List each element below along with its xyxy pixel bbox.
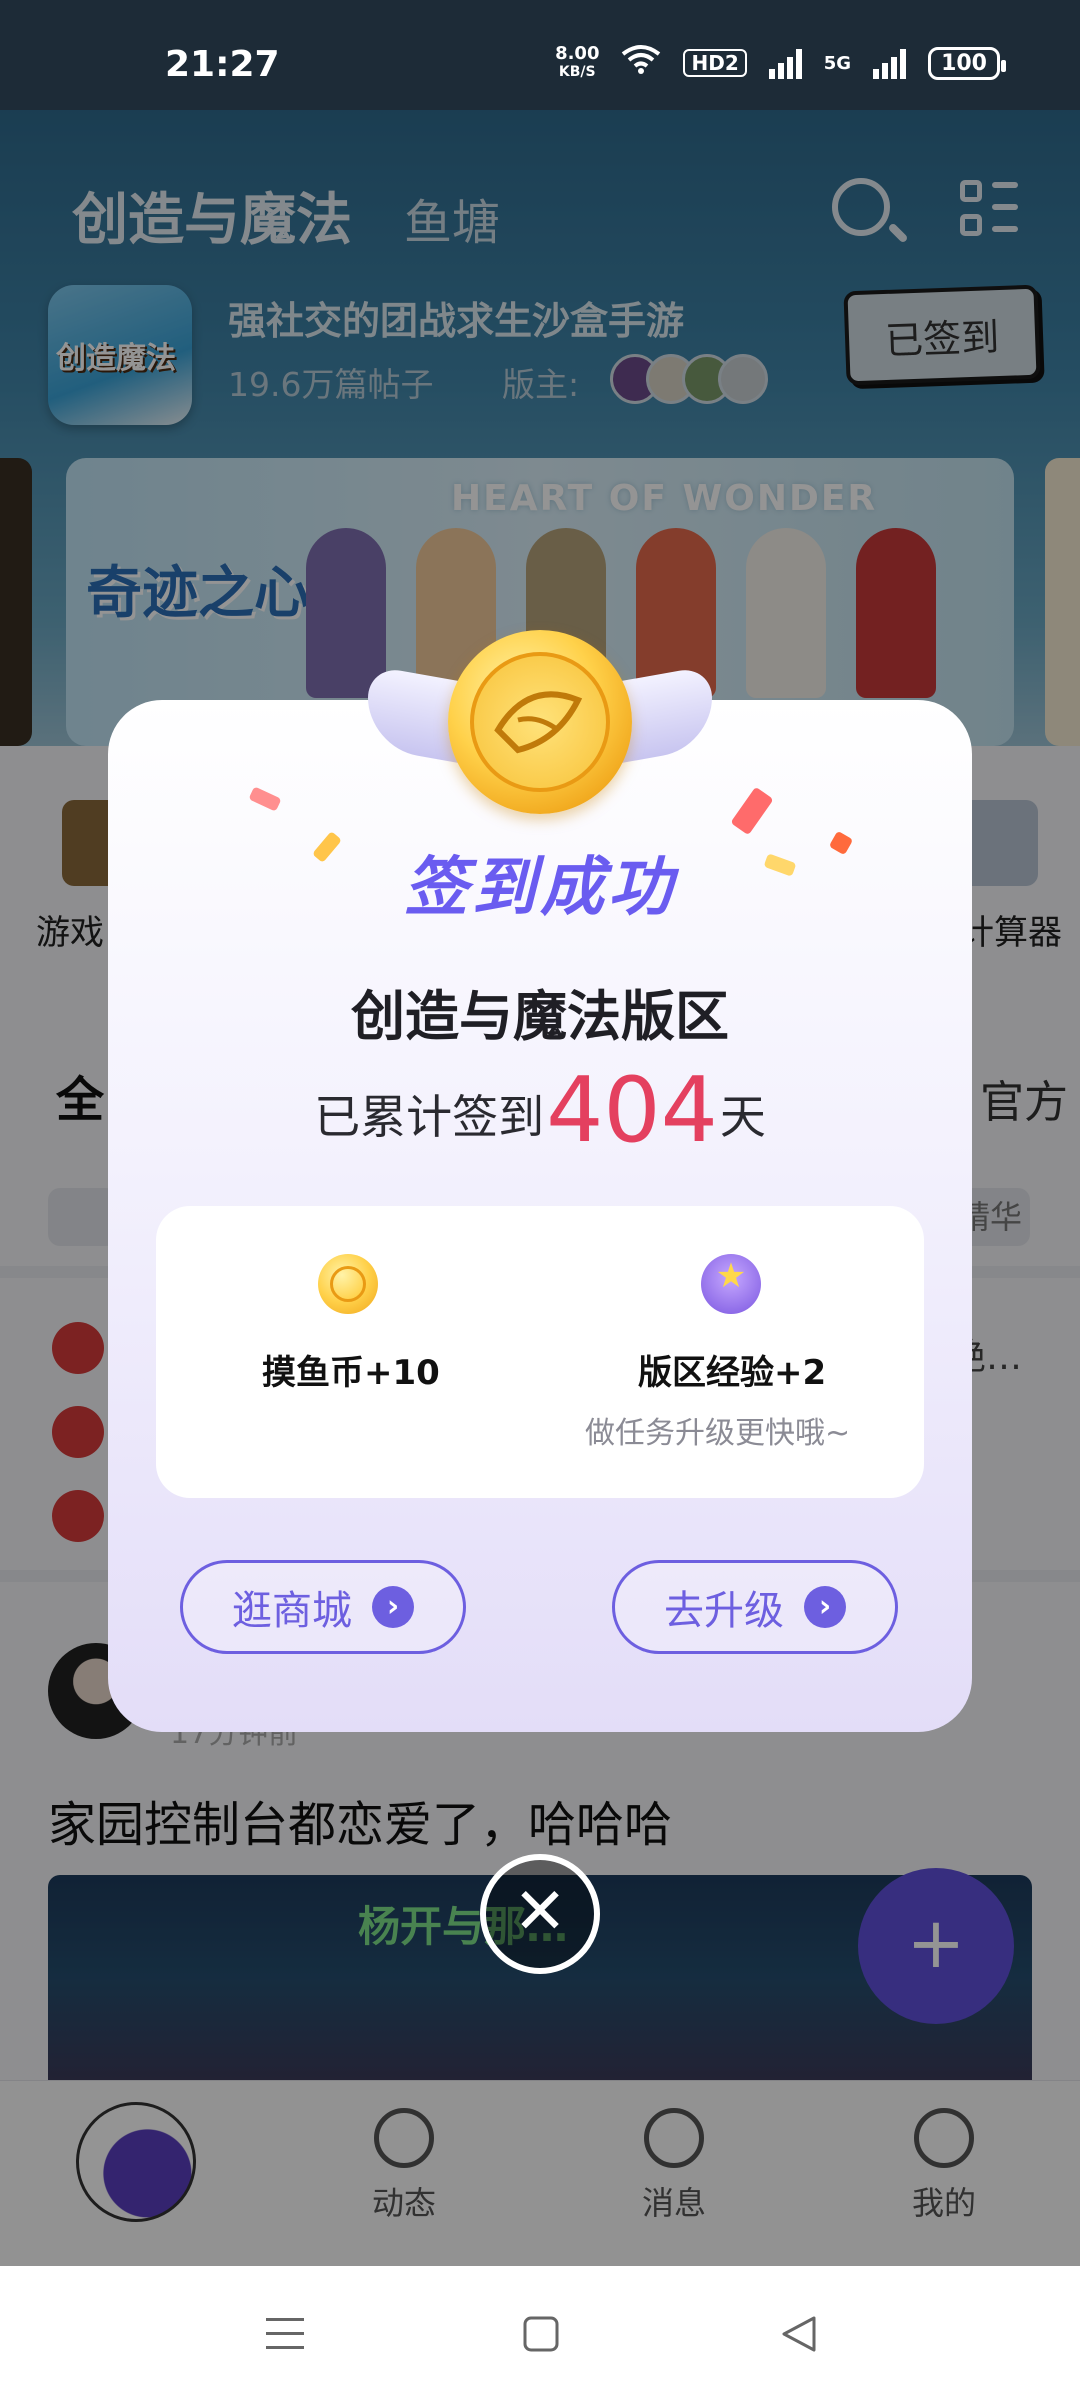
menu-icon[interactable] [266, 2316, 304, 2356]
reward-coin: 摸鱼币+10 [262, 1353, 440, 1393]
signal-5g-icon [873, 47, 907, 79]
back-icon[interactable] [780, 2316, 818, 2356]
close-button[interactable]: ✕ [480, 1854, 600, 1974]
5g-label: 5G [823, 52, 852, 74]
wifi-icon [621, 44, 661, 82]
system-nav-bar [0, 2266, 1080, 2400]
fish-coin-icon [448, 630, 632, 814]
zone-name: 创造与魔法版区 [351, 985, 729, 1048]
reward-exp-hint: 做任务升级更快哦~ [585, 1416, 851, 1451]
net-speed: 8.00 KB/S [555, 43, 600, 81]
status-time: 21:27 [165, 44, 280, 85]
streak-days: 404 [546, 1058, 718, 1163]
medal-icon [701, 1254, 761, 1314]
chevron-right-icon: › [804, 1586, 846, 1628]
hd-icon: HD2 [683, 49, 747, 77]
shop-button[interactable]: 逛商城 › [180, 1560, 466, 1654]
coin-icon [318, 1254, 378, 1314]
signal-icon [768, 47, 802, 79]
battery-icon: 100 [928, 46, 1006, 80]
status-bar: 21:27 8.00 KB/S HD2 5G 100 [0, 0, 1080, 110]
dialog-title: 签到成功 [404, 851, 676, 925]
upgrade-button[interactable]: 去升级 › [612, 1560, 898, 1654]
chevron-right-icon: › [372, 1586, 414, 1628]
reward-exp: 版区经验+2 [638, 1353, 827, 1393]
home-icon[interactable] [523, 2316, 559, 2356]
streak-text: 已累计签到404天 [314, 1058, 766, 1163]
